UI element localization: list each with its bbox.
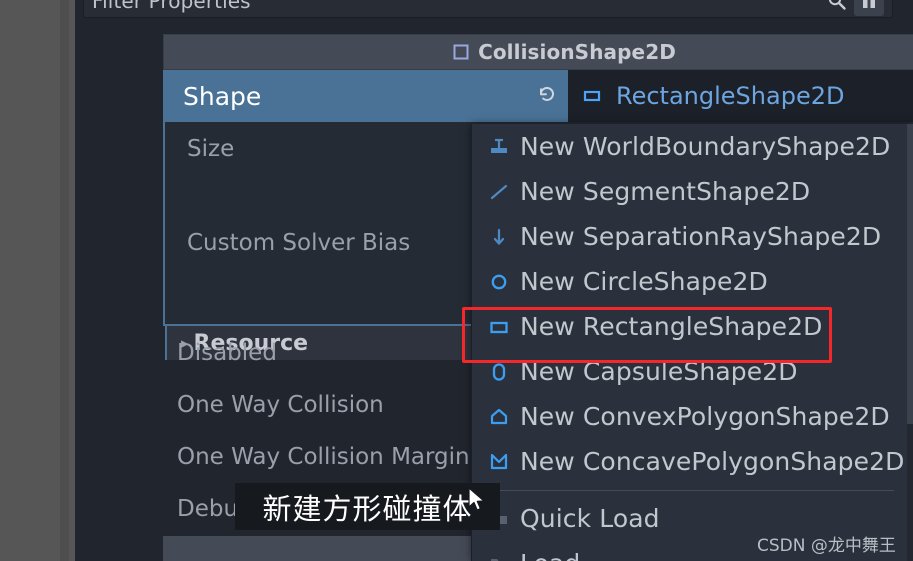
concave-polygon-shape-icon — [484, 451, 514, 473]
one-way-collision-label: One Way Collision — [177, 392, 384, 418]
menu-separator — [486, 490, 894, 491]
menu-item-label: New ConvexPolygonShape2D — [520, 402, 890, 431]
menu-item-new-concavepolygonshape2d[interactable]: New ConcavePolygonShape2D — [472, 439, 908, 484]
menu-item-new-separationrayshape2d[interactable]: New SeparationRayShape2D — [472, 214, 908, 259]
capsule-shape-icon — [484, 361, 514, 383]
property-row-shape[interactable]: Shape RectangleShape2D — [163, 70, 913, 122]
menu-scrollbar-thumb[interactable] — [907, 124, 913, 424]
inspector-screenshot: Filter Properties CollisionShape2D Shape… — [0, 0, 913, 561]
menu-item-label: New SegmentShape2D — [520, 177, 811, 206]
menu-scrollbar-track[interactable] — [907, 124, 913, 561]
one-way-collision-margin-label: One Way Collision Margin — [177, 444, 470, 470]
custom-solver-bias-label: Custom Solver Bias — [187, 230, 411, 256]
watermark: CSDN @龙中舞王 — [757, 531, 896, 556]
menu-item-label: Load — [520, 549, 580, 561]
menu-item-label: New ConcavePolygonShape2D — [520, 447, 905, 476]
shape-value-cell[interactable]: RectangleShape2D — [568, 70, 913, 122]
folder-open-icon — [484, 553, 514, 561]
shape-label-cell[interactable]: Shape — [163, 70, 568, 122]
shape-dropdown-menu[interactable]: New WorldBoundaryShape2D New SegmentShap… — [471, 124, 913, 561]
menu-item-new-worldboundaryshape2d[interactable]: New WorldBoundaryShape2D — [472, 124, 908, 169]
size-label: Size — [187, 136, 235, 162]
menu-item-label: New RectangleShape2D — [520, 312, 823, 341]
convex-polygon-shape-icon — [484, 406, 514, 428]
menu-item-new-capsuleshape2d[interactable]: New CapsuleShape2D — [472, 349, 908, 394]
filter-properties-bar[interactable]: Filter Properties — [83, 0, 893, 18]
vertical-scrollbar-track[interactable] — [60, 0, 129, 561]
menu-item-new-circleshape2d[interactable]: New CircleShape2D — [472, 259, 908, 304]
circle-shape-icon — [484, 271, 514, 293]
menu-item-label: New CapsuleShape2D — [520, 357, 798, 386]
object-header: CollisionShape2D — [163, 34, 913, 70]
world-boundary-shape-icon — [484, 136, 514, 158]
mouse-cursor-icon — [468, 487, 488, 519]
property-row-disabled[interactable]: Disabled — [177, 340, 277, 366]
revert-icon[interactable] — [536, 83, 558, 109]
menu-item-label: New CircleShape2D — [520, 267, 768, 296]
separation-ray-shape-icon — [484, 226, 514, 248]
menu-item-new-convexpolygonshape2d[interactable]: New ConvexPolygonShape2D — [472, 394, 908, 439]
menu-item-new-rectangleshape2d[interactable]: New RectangleShape2D — [472, 304, 908, 349]
collision-shape-2d-icon — [452, 43, 470, 61]
menu-item-label: New WorldBoundaryShape2D — [520, 132, 891, 161]
watermark-text: CSDN @龙中舞王 — [757, 536, 896, 556]
left-gutter — [0, 0, 129, 561]
menu-item-new-segmentshape2d[interactable]: New SegmentShape2D — [472, 169, 908, 214]
shape-value-text: RectangleShape2D — [616, 82, 845, 110]
page-title: CollisionShape2D — [478, 40, 676, 64]
filter-properties-label: Filter Properties — [92, 0, 251, 13]
property-row-one-way-collision-margin[interactable]: One Way Collision Margin — [177, 444, 470, 470]
rectangle-shape-icon — [484, 316, 514, 338]
filter-columns-icon[interactable] — [854, 0, 884, 16]
segment-shape-icon — [484, 181, 514, 203]
shape-label: Shape — [183, 81, 262, 111]
disabled-label: Disabled — [177, 340, 277, 366]
property-row-custom-solver-bias[interactable]: Custom Solver Bias — [165, 230, 410, 256]
annotation-tooltip: 新建方形碰撞体 — [235, 483, 500, 530]
rectangle-shape-2d-icon — [582, 86, 602, 106]
search-icon[interactable] — [822, 0, 852, 16]
property-row-size[interactable]: Size — [165, 136, 234, 162]
annotation-tooltip-text: 新建方形碰撞体 — [262, 491, 473, 526]
property-row-one-way-collision[interactable]: One Way Collision — [177, 392, 384, 418]
menu-item-label: New SeparationRayShape2D — [520, 222, 882, 251]
filter-bar-icons — [822, 0, 884, 16]
menu-item-label: Quick Load — [520, 504, 660, 533]
